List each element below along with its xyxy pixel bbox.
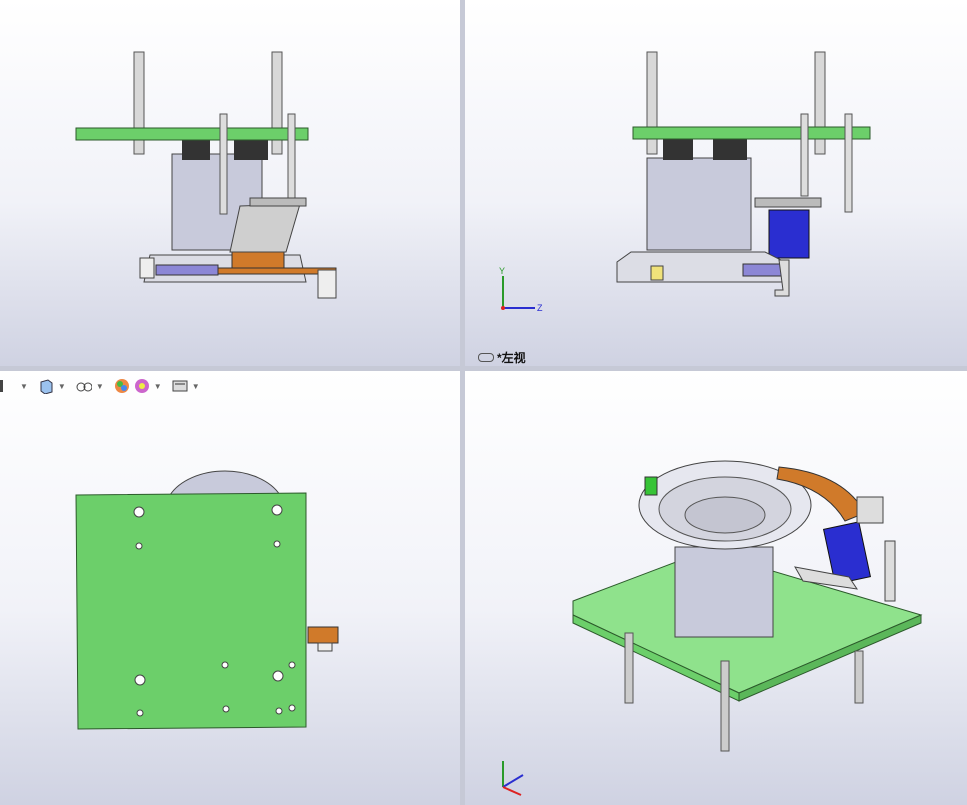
triad-icon: Y Z xyxy=(499,266,543,313)
chevron-down-icon[interactable]: ▼ xyxy=(58,382,66,391)
display-pane-icon[interactable] xyxy=(0,378,16,394)
chevron-down-icon[interactable]: ▼ xyxy=(154,382,162,391)
top-view-model xyxy=(75,470,339,730)
isometric-model xyxy=(572,460,923,752)
view-orientation-icon[interactable] xyxy=(38,378,54,395)
viewport-top[interactable] xyxy=(0,371,460,805)
hide-show-items-icon[interactable] xyxy=(76,378,93,394)
svg-text:Z: Z xyxy=(537,303,543,313)
viewport-splitter-vertical[interactable] xyxy=(460,0,465,805)
chevron-down-icon[interactable]: ▼ xyxy=(96,382,104,391)
edit-appearance-icon[interactable] xyxy=(114,378,130,394)
triad-iso-icon xyxy=(502,761,524,796)
view-settings-icon[interactable] xyxy=(172,378,188,394)
chevron-down-icon[interactable]: ▼ xyxy=(192,382,200,391)
front-view-model xyxy=(75,51,337,299)
link-views-icon[interactable] xyxy=(478,353,494,362)
apply-scene-icon[interactable] xyxy=(134,378,150,394)
chevron-down-icon[interactable]: ▼ xyxy=(20,382,28,391)
viewport-left[interactable]: Y Z xyxy=(465,0,967,366)
viewport-splitter-horizontal[interactable] xyxy=(0,366,967,371)
svg-text:Y: Y xyxy=(499,266,505,276)
viewport-front[interactable] xyxy=(0,0,460,366)
heads-up-view-toolbar: ▼ ▼ ▼ ▼ ▼ xyxy=(0,376,206,396)
left-view-label: *左视 xyxy=(478,349,526,366)
viewport-isometric[interactable] xyxy=(465,371,967,805)
